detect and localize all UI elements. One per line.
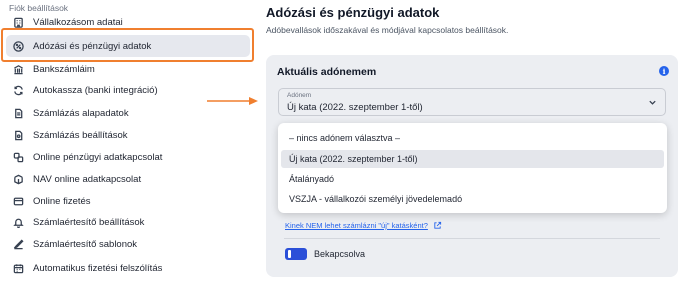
tax-type-select[interactable]: Adónem Új kata (2022. szeptember 1-től) xyxy=(278,88,666,116)
bank-icon xyxy=(12,63,24,75)
sidebar-item-szamlaertesito-sablonok[interactable]: Számlaértesítő sablonok xyxy=(6,233,250,255)
dropdown-option[interactable]: VSZJA - vállalkozói személyi jövedelemad… xyxy=(281,190,664,208)
sidebar-item-label: Automatikus fizetési felszólítás xyxy=(33,262,163,274)
sidebar-item-label: Számlaértesítő beállítások xyxy=(33,216,145,228)
select-label: Adónem xyxy=(287,92,312,99)
sidebar-item-label: Számlázás beállítások xyxy=(33,129,128,141)
sidebar-item-szamlaertesito-beallitasok[interactable]: Számlaértesítő beállítások xyxy=(6,211,250,233)
sidebar-item-online-fizetes[interactable]: Online fizetés xyxy=(6,190,250,212)
sidebar-item-label: Vállalkozásom adatai xyxy=(33,16,123,28)
sidebar-item-label: Számlázás alapadatok xyxy=(33,107,129,119)
sidebar-item-label: NAV online adatkapcsolat xyxy=(33,173,142,185)
card-title: Aktuális adónemem xyxy=(277,66,377,78)
dropdown-option-selected[interactable]: Új kata (2022. szeptember 1-től) xyxy=(281,150,664,168)
link-icon xyxy=(12,151,24,163)
help-link[interactable]: Kinek NEM lehet számlázni "új" katásként… xyxy=(285,221,428,230)
toggle-knob xyxy=(288,250,291,258)
sidebar-item-label: Online fizetés xyxy=(33,195,91,207)
external-link-icon[interactable] xyxy=(433,221,442,230)
sidebar-item-automatikus-fizetesi-felszolitas[interactable]: Automatikus fizetési felszólítás xyxy=(6,257,250,279)
dropdown-option[interactable]: Átalányadó xyxy=(281,170,664,188)
sidebar-item-szamlazas-beallitasok[interactable]: Számlázás beállítások xyxy=(6,124,250,146)
info-icon[interactable]: i xyxy=(659,66,669,76)
nav-icon xyxy=(12,173,24,185)
sidebar-item-label: Online pénzügyi adatkapcsolat xyxy=(33,151,163,163)
page-subtitle: Adóbevallások időszakával és módjával ka… xyxy=(266,25,509,35)
select-value: Új kata (2022. szeptember 1-től) xyxy=(287,102,423,113)
building-icon xyxy=(12,16,24,28)
toggle-label: Bekapcsolva xyxy=(314,249,366,259)
enabled-toggle[interactable] xyxy=(285,248,307,260)
help-link-row: Kinek NEM lehet számlázni "új" katásként… xyxy=(285,221,442,230)
page-title: Adózási és pénzügyi adatok xyxy=(266,5,440,20)
chevron-down-icon xyxy=(649,100,656,105)
invoice-icon xyxy=(12,107,24,119)
sidebar-item-nav-online-adatkapcsolat[interactable]: NAV online adatkapcsolat xyxy=(6,168,250,190)
sidebar-item-label: Autokassza (banki integráció) xyxy=(33,84,158,96)
divider xyxy=(284,238,660,239)
calendar-icon xyxy=(12,262,24,274)
dropdown-option[interactable]: – nincs adónem választva – xyxy=(281,129,664,147)
card-icon xyxy=(12,195,24,207)
tax-type-dropdown: – nincs adónem választva – Új kata (2022… xyxy=(278,123,667,213)
sidebar-item-label: Bankszámláim xyxy=(33,63,95,75)
settings-doc-icon xyxy=(12,129,24,141)
template-icon xyxy=(12,238,24,250)
arrow-right-icon xyxy=(207,97,258,105)
sidebar-item-online-penzugyi-adatkapcsolat[interactable]: Online pénzügyi adatkapcsolat xyxy=(6,146,250,168)
bell-icon xyxy=(12,216,24,228)
sidebar-item-label: Számlaértesítő sablonok xyxy=(33,238,138,250)
active-item-highlight xyxy=(1,28,254,62)
sync-icon xyxy=(12,84,24,96)
